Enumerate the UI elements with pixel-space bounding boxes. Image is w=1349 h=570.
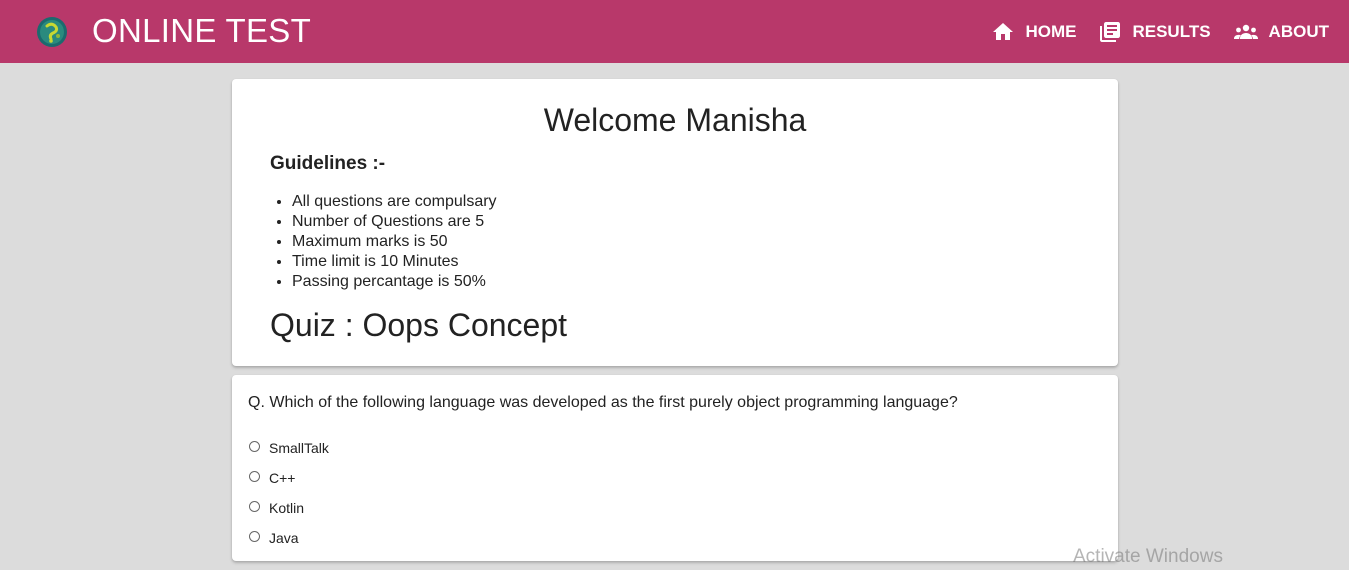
guideline-item: Number of Questions are 5 bbox=[292, 212, 497, 232]
welcome-title: Welcome Manisha bbox=[543, 102, 807, 138]
guidelines-list: All questions are compulsary Number of Q… bbox=[270, 192, 497, 292]
top-navbar: ONLINE TEST HOME RESULTS ABOUT bbox=[0, 0, 1349, 63]
answer-option[interactable]: SmallTalk bbox=[248, 433, 329, 463]
radio-button[interactable] bbox=[249, 470, 260, 482]
answer-option-label: Java bbox=[269, 530, 299, 546]
nav-results-link[interactable]: RESULTS bbox=[1098, 20, 1211, 44]
answer-options: SmallTalk C++ Kotlin Java bbox=[248, 433, 329, 553]
radio-button[interactable] bbox=[249, 440, 260, 452]
radio-button[interactable] bbox=[249, 500, 260, 512]
nav-about-label: ABOUT bbox=[1268, 21, 1329, 41]
nav-home-link[interactable]: HOME bbox=[991, 20, 1076, 44]
guideline-item: Time limit is 10 Minutes bbox=[292, 252, 497, 272]
library-books-icon bbox=[1098, 20, 1122, 44]
answer-option[interactable]: Kotlin bbox=[248, 493, 329, 523]
nav-about-link[interactable]: ABOUT bbox=[1233, 20, 1329, 44]
answer-option-label: C++ bbox=[269, 470, 296, 486]
guideline-item: All questions are compulsary bbox=[292, 192, 497, 212]
nav-links: HOME RESULTS ABOUT bbox=[969, 0, 1329, 63]
guideline-item: Passing percantage is 50% bbox=[292, 272, 497, 292]
welcome-card: Welcome Manisha Guidelines :- All questi… bbox=[232, 79, 1118, 366]
answer-option-label: SmallTalk bbox=[269, 440, 329, 456]
guideline-item: Maximum marks is 50 bbox=[292, 232, 497, 252]
quiz-title: Quiz : Oops Concept bbox=[270, 307, 568, 343]
home-icon bbox=[991, 20, 1015, 44]
radio-button[interactable] bbox=[249, 530, 260, 542]
answer-option-label: Kotlin bbox=[269, 500, 305, 516]
guidelines-title: Guidelines :- bbox=[270, 153, 386, 174]
answer-option[interactable]: C++ bbox=[248, 463, 329, 493]
question-card: Q. Which of the following language was d… bbox=[232, 375, 1118, 561]
activation-watermark: Activate Windows bbox=[1073, 546, 1223, 567]
brand-title[interactable]: ONLINE TEST bbox=[92, 10, 311, 52]
nav-home-label: HOME bbox=[1025, 21, 1077, 41]
question-text: Q. Which of the following language was d… bbox=[248, 394, 958, 411]
answer-option[interactable]: Java bbox=[248, 523, 329, 553]
nav-results-label: RESULTS bbox=[1132, 21, 1211, 41]
people-icon bbox=[1233, 20, 1259, 44]
quiz-logo-icon[interactable] bbox=[36, 16, 68, 48]
